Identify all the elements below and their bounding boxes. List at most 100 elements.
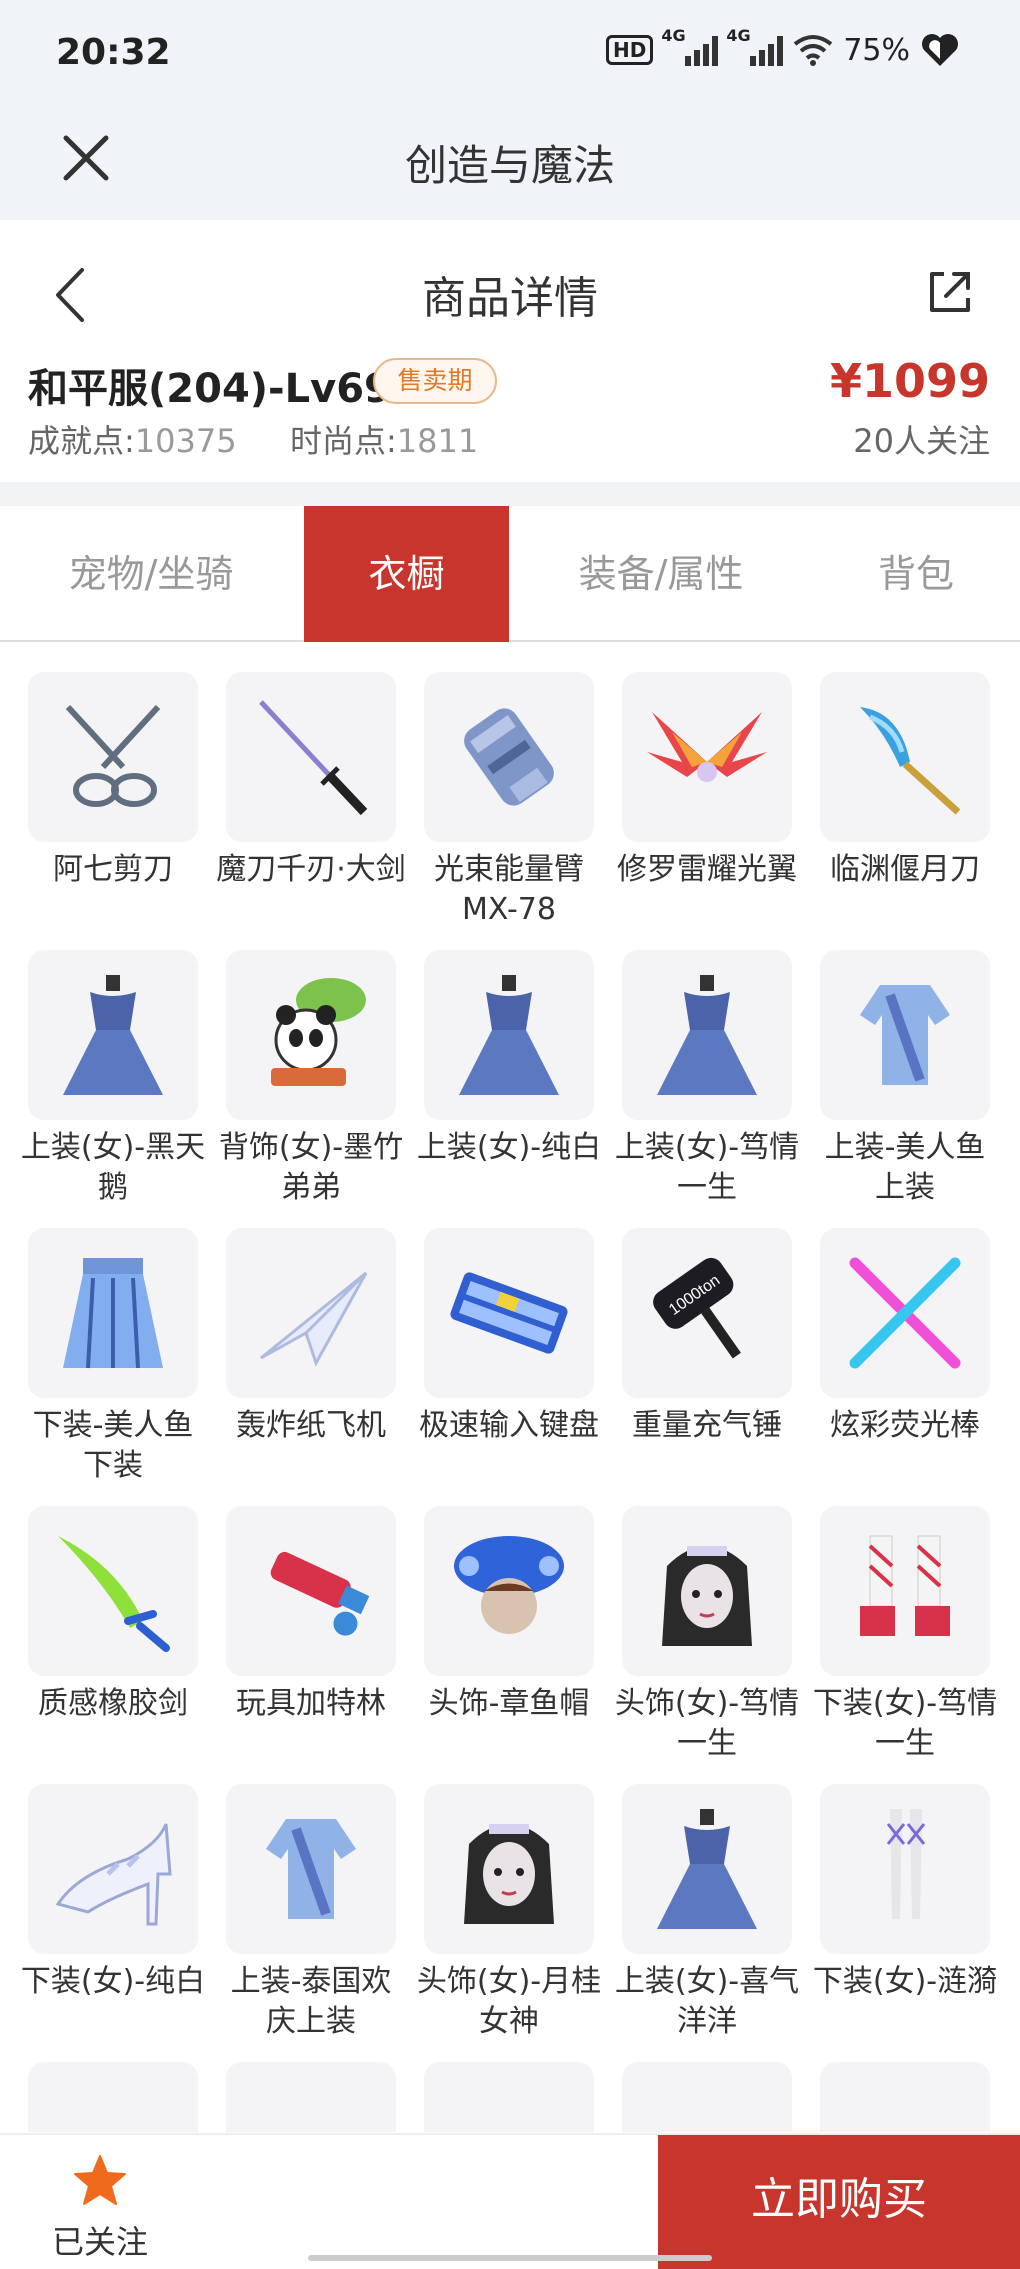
signal-icon-2: 4G xyxy=(726,26,784,66)
wardrobe-item[interactable]: 阿七剪刀 xyxy=(28,672,198,940)
wardrobe-item[interactable]: 魔刀千刃·大剑 xyxy=(216,672,406,940)
dress-icon xyxy=(622,1784,792,1954)
panda-icon xyxy=(226,950,396,1120)
product-info: 和平服(204)-Lv69 售卖期 成就点:10375 时尚点:1811 ¥10… xyxy=(0,350,1020,480)
skirt-icon xyxy=(28,1228,198,1398)
hammer-icon: 1000ton xyxy=(622,1228,792,1398)
app-title: 创造与魔法 xyxy=(404,141,615,190)
wardrobe-item[interactable]: 头饰-章鱼帽 xyxy=(424,1506,594,1774)
item-thumbnail[interactable] xyxy=(820,2062,990,2132)
item-thumbnail[interactable] xyxy=(28,2062,198,2132)
bottom-bar: 已关注 立即购买 xyxy=(0,2133,1020,2269)
wardrobe-item[interactable]: 下装(女)-笃情一生 xyxy=(813,1506,997,1774)
item-label: 阿七剪刀 xyxy=(53,852,173,887)
status-icons: HD 4G 4G 75% xyxy=(605,26,960,68)
paper-plane-icon xyxy=(226,1228,396,1398)
item-label: 修罗雷耀光翼 xyxy=(617,852,797,887)
item-thumbnail[interactable] xyxy=(622,2062,792,2132)
item-label: 重量充气锤 xyxy=(632,1408,782,1443)
wardrobe-item[interactable]: 炫彩荧光棒 xyxy=(820,1228,990,1496)
tab-wardrobe[interactable]: 衣橱 xyxy=(304,506,509,642)
top-icon xyxy=(226,1784,396,1954)
item-label: 下装(女)-纯白 xyxy=(20,1964,206,1999)
item-label: 光束能量臂MX-78 xyxy=(434,852,584,927)
item-label: 极速输入键盘 xyxy=(419,1408,599,1443)
item-label: 背饰(女)-墨竹弟弟 xyxy=(218,1130,404,1205)
wardrobe-item[interactable]: 上装(女)-笃情一生 xyxy=(615,950,799,1218)
item-label: 上装(女)-纯白 xyxy=(416,1130,602,1165)
item-label: 上装(女)-喜气洋洋 xyxy=(614,1964,800,2039)
keyboard-icon xyxy=(424,1228,594,1398)
item-label: 上装-泰国欢庆上装 xyxy=(230,1964,392,2039)
rubber-sword-icon xyxy=(28,1506,198,1676)
katana-icon xyxy=(226,672,396,842)
wardrobe-item[interactable]: 下装(女)-涟漪 xyxy=(813,1784,997,2052)
product-name: 和平服(204)-Lv69 xyxy=(28,366,392,412)
app-header: 创造与魔法 xyxy=(0,110,1020,220)
wardrobe-item[interactable]: 上装(女)-喜气洋洋 xyxy=(615,1784,799,2052)
wifi-icon xyxy=(794,35,833,66)
glowsticks-icon xyxy=(820,1228,990,1398)
item-label: 头饰(女)-笃情一生 xyxy=(614,1686,800,1761)
head-icon xyxy=(424,1784,594,1954)
dress-icon xyxy=(424,950,594,1120)
wardrobe-item[interactable]: 轰炸纸飞机 xyxy=(226,1228,396,1496)
status-badge: 售卖期 xyxy=(373,358,497,404)
wardrobe-item[interactable]: 上装(女)-纯白 xyxy=(417,950,601,1218)
section-divider xyxy=(0,482,1020,506)
hd-icon: HD xyxy=(605,35,654,65)
wardrobe-item[interactable]: 临渊偃月刀 xyxy=(820,672,990,940)
item-label: 下装(女)-涟漪 xyxy=(812,1964,998,1999)
wardrobe-item[interactable]: 光束能量臂MX-78 xyxy=(424,672,594,940)
item-label: 临渊偃月刀 xyxy=(830,852,980,887)
buy-now-button[interactable]: 立即购买 xyxy=(658,2135,1020,2269)
followers-count: 20人关注 xyxy=(853,422,990,460)
wardrobe-item[interactable]: 极速输入键盘 xyxy=(419,1228,599,1496)
tab-bar: 宠物/坐骑 衣橱 装备/属性 背包 xyxy=(0,506,1020,642)
legs-icon xyxy=(820,1784,990,1954)
item-label: 上装(女)-笃情一生 xyxy=(614,1130,800,1205)
item-label: 炫彩荧光棒 xyxy=(830,1408,980,1443)
tab-equipment[interactable]: 装备/属性 xyxy=(548,506,774,642)
wardrobe-item[interactable]: 上装-泰国欢庆上装 xyxy=(226,1784,396,2052)
wings-icon xyxy=(622,672,792,842)
item-thumbnail[interactable] xyxy=(226,2062,396,2132)
star-icon xyxy=(74,2155,126,2205)
item-label: 上装(女)-黑天鹅 xyxy=(20,1130,206,1205)
status-bar: 20:32 HD 4G 4G 75% xyxy=(0,0,1020,110)
item-label: 轰炸纸飞机 xyxy=(236,1408,386,1443)
energy-arm-icon xyxy=(424,672,594,842)
follow-label: 已关注 xyxy=(51,2223,148,2261)
price: ¥1099 xyxy=(829,354,990,408)
share-icon[interactable] xyxy=(920,262,980,322)
item-thumbnail[interactable] xyxy=(424,2062,594,2132)
item-label: 魔刀千刃·大剑 xyxy=(216,852,406,887)
battery-percent: 75% xyxy=(843,32,910,68)
dress-icon xyxy=(28,950,198,1120)
wardrobe-item[interactable]: 头饰(女)-月桂女神 xyxy=(417,1784,601,2052)
status-time: 20:32 xyxy=(56,32,171,73)
wardrobe-item[interactable]: 玩具加特林 xyxy=(226,1506,396,1774)
wardrobe-item[interactable]: 1000ton 重量充气锤 xyxy=(622,1228,792,1496)
head-icon xyxy=(622,1506,792,1676)
scissors-icon xyxy=(28,672,198,842)
follow-button[interactable]: 已关注 xyxy=(0,2135,200,2269)
wardrobe-item[interactable]: 背饰(女)-墨竹弟弟 xyxy=(219,950,403,1218)
wardrobe-item[interactable]: 下装(女)-纯白 xyxy=(21,1784,205,2052)
tab-backpack[interactable]: 背包 xyxy=(846,506,986,642)
heel-icon xyxy=(28,1784,198,1954)
top-icon xyxy=(820,950,990,1120)
item-label: 头饰(女)-月桂女神 xyxy=(416,1964,602,2039)
page-title: 商品详情 xyxy=(422,273,598,324)
wardrobe-item[interactable]: 下装-美人鱼下装 xyxy=(28,1228,198,1496)
item-label: 头饰-章鱼帽 xyxy=(428,1686,590,1721)
heart-battery-icon xyxy=(922,34,958,66)
wardrobe-item[interactable]: 上装-美人鱼上装 xyxy=(820,950,990,1218)
item-label: 下装(女)-笃情一生 xyxy=(812,1686,998,1761)
wardrobe-item[interactable]: 修罗雷耀光翼 xyxy=(617,672,797,940)
wardrobe-item[interactable]: 头饰(女)-笃情一生 xyxy=(615,1506,799,1774)
wardrobe-item[interactable]: 质感橡胶剑 xyxy=(28,1506,198,1774)
tab-pets-mounts[interactable]: 宠物/坐骑 xyxy=(38,506,264,642)
wardrobe-item[interactable]: 上装(女)-黑天鹅 xyxy=(21,950,205,1218)
signal-icon: 4G xyxy=(661,26,719,66)
